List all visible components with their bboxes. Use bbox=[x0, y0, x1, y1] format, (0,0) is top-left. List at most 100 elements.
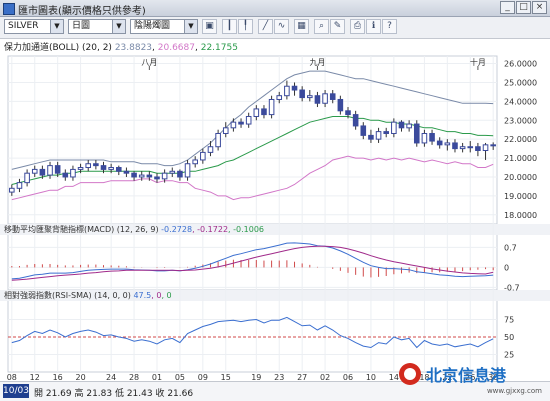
time-tick-label: 15 bbox=[221, 373, 231, 380]
print-icon[interactable]: ⎙ bbox=[350, 19, 365, 34]
candle-body bbox=[100, 165, 107, 170]
candle-body bbox=[138, 174, 145, 178]
candle-body bbox=[62, 172, 69, 178]
time-tick-label: 19 bbox=[251, 373, 261, 380]
zoom-icon[interactable]: ⌕ bbox=[314, 19, 329, 34]
candle-body bbox=[207, 146, 214, 153]
price-tick-label: 24.0000 bbox=[504, 97, 537, 106]
time-tick-label: 12 bbox=[30, 373, 40, 380]
candle-body bbox=[329, 93, 336, 100]
help-icon[interactable]: ? bbox=[382, 19, 397, 34]
info-icon[interactable]: ℹ bbox=[366, 19, 381, 34]
close-button[interactable]: × bbox=[532, 1, 547, 14]
macd-value: -0.2728 bbox=[161, 225, 192, 234]
watermark-brand: 北京信息港 bbox=[426, 366, 507, 385]
candle-body bbox=[230, 121, 237, 129]
candle-body bbox=[245, 115, 252, 125]
macd-tick-label: 0 bbox=[504, 263, 509, 272]
chart-area[interactable]: 26.0000 25.0000 24.0000 23.0000 22.0000 21.00… bbox=[0, 54, 550, 382]
candle-body bbox=[47, 165, 53, 176]
status-date: 10/03 bbox=[3, 384, 29, 398]
candle-body bbox=[31, 168, 38, 174]
time-tick-label: 27 bbox=[297, 373, 307, 380]
time-tick-label: 28 bbox=[129, 373, 139, 380]
candle-body bbox=[24, 172, 30, 184]
candle-body bbox=[345, 110, 351, 116]
candle-body bbox=[429, 132, 435, 142]
time-tick-label: 10 bbox=[366, 373, 376, 380]
macd-header: 移動平均匯聚背馳指標(MACD) (12, 26, 9) -0.2728, -0… bbox=[4, 224, 264, 234]
macd-label: 移動平均匯聚背馳指標(MACD) (12, 26, 9) bbox=[4, 224, 161, 234]
save-icon[interactable]: ▣ bbox=[202, 19, 217, 34]
candle-body bbox=[123, 170, 130, 174]
rsi-value: 47.5 bbox=[133, 291, 151, 300]
period-select[interactable]: 日圖 ▼ bbox=[68, 19, 126, 34]
line-chart-icon[interactable]: ╱ bbox=[258, 19, 273, 34]
time-tick-label: 01 bbox=[152, 373, 162, 380]
boll-middle-value: 22.1755 bbox=[200, 43, 238, 53]
maximize-button[interactable]: □ bbox=[516, 1, 531, 14]
minimize-button[interactable]: _ bbox=[500, 1, 515, 14]
candle-body bbox=[352, 114, 359, 127]
candle-body bbox=[398, 121, 405, 129]
boll-name: 保力加通道(BOLL) (20, 2) bbox=[4, 43, 112, 53]
rsi-label: 相對強弱指數(RSI-SMA) (14, 0, 0) bbox=[4, 290, 133, 300]
watermark-url: www.gjxxg.com bbox=[486, 387, 542, 395]
time-tick-label: 05 bbox=[175, 373, 185, 380]
chevron-down-icon[interactable]: ▼ bbox=[112, 20, 125, 33]
rsi-header: 相對強弱指數(RSI-SMA) (14, 0, 0) 47.5, 0, 0 bbox=[4, 290, 172, 300]
candle-body bbox=[16, 182, 23, 189]
macd-histogram-value: , -0.1006 bbox=[228, 225, 264, 234]
price-tick-label: 22.0000 bbox=[504, 135, 537, 144]
candle-body bbox=[360, 125, 367, 136]
macd-tick-label: 0.7 bbox=[504, 243, 517, 252]
bar-chart-icon[interactable]: ┃ bbox=[222, 19, 237, 34]
settings-icon[interactable]: ✎ bbox=[330, 19, 345, 34]
candle-body bbox=[284, 85, 290, 97]
candle-body bbox=[475, 146, 481, 152]
price-tick-label: 25.0000 bbox=[504, 78, 537, 87]
chart-type-select[interactable]: 陰陽燭圖 ▼ bbox=[130, 19, 198, 34]
candle-body bbox=[215, 132, 221, 148]
price-tick-label: 19.0000 bbox=[504, 192, 537, 201]
candle-body bbox=[276, 95, 283, 100]
price-tick-label: 23.0000 bbox=[504, 116, 537, 125]
bar-chart-2-icon[interactable]: ╿ bbox=[238, 19, 253, 34]
candle-body bbox=[307, 95, 313, 99]
period-select-value: 日圖 bbox=[72, 21, 91, 31]
candle-body bbox=[299, 89, 305, 99]
candle-body bbox=[261, 108, 267, 116]
chevron-down-icon[interactable]: ▼ bbox=[184, 20, 197, 33]
grid-icon[interactable]: ▦ bbox=[294, 19, 309, 34]
chevron-down-icon[interactable]: ▼ bbox=[50, 20, 63, 33]
candle-body bbox=[85, 163, 92, 169]
candle-body bbox=[192, 159, 198, 165]
candle-body bbox=[161, 172, 168, 180]
macd-tick-label: -0.7 bbox=[504, 283, 520, 292]
candle-body bbox=[253, 108, 260, 117]
candle-body bbox=[421, 132, 428, 144]
candle-body bbox=[9, 187, 15, 193]
candle-body bbox=[413, 123, 420, 144]
chart-type-select-value: 陰陽燭圖 bbox=[134, 21, 171, 31]
line-chart-2-icon[interactable]: ∿ bbox=[274, 19, 289, 34]
time-tick-label: 02 bbox=[320, 373, 330, 380]
boll-lower-value: 20.6687 bbox=[157, 43, 195, 53]
candle-body bbox=[482, 144, 489, 152]
candle-body bbox=[452, 142, 458, 150]
rsi-value-3: , 0 bbox=[161, 291, 171, 300]
macd-signal-value: , -0.1722 bbox=[192, 225, 228, 234]
candle-body bbox=[406, 123, 412, 129]
symbol-select[interactable]: SILVER ▼ bbox=[4, 19, 64, 34]
price-tick-label: 20.0000 bbox=[504, 173, 537, 182]
chart-svg[interactable]: 26.0000 25.0000 24.0000 23.0000 22.0000 21.00… bbox=[0, 54, 550, 382]
candle-body bbox=[459, 146, 466, 150]
candle-body bbox=[314, 95, 321, 104]
time-tick-label: 08 bbox=[7, 373, 17, 380]
time-tick-label: 16 bbox=[53, 373, 63, 380]
candle-body bbox=[375, 131, 382, 140]
rsi-tick-label: 75 bbox=[504, 316, 514, 325]
time-tick-label: 09 bbox=[198, 373, 208, 380]
candle-body bbox=[391, 121, 397, 134]
boll-indicator-header: 保力加通道(BOLL) (20, 2) 23.8823, 20.6687, 22… bbox=[4, 43, 238, 53]
